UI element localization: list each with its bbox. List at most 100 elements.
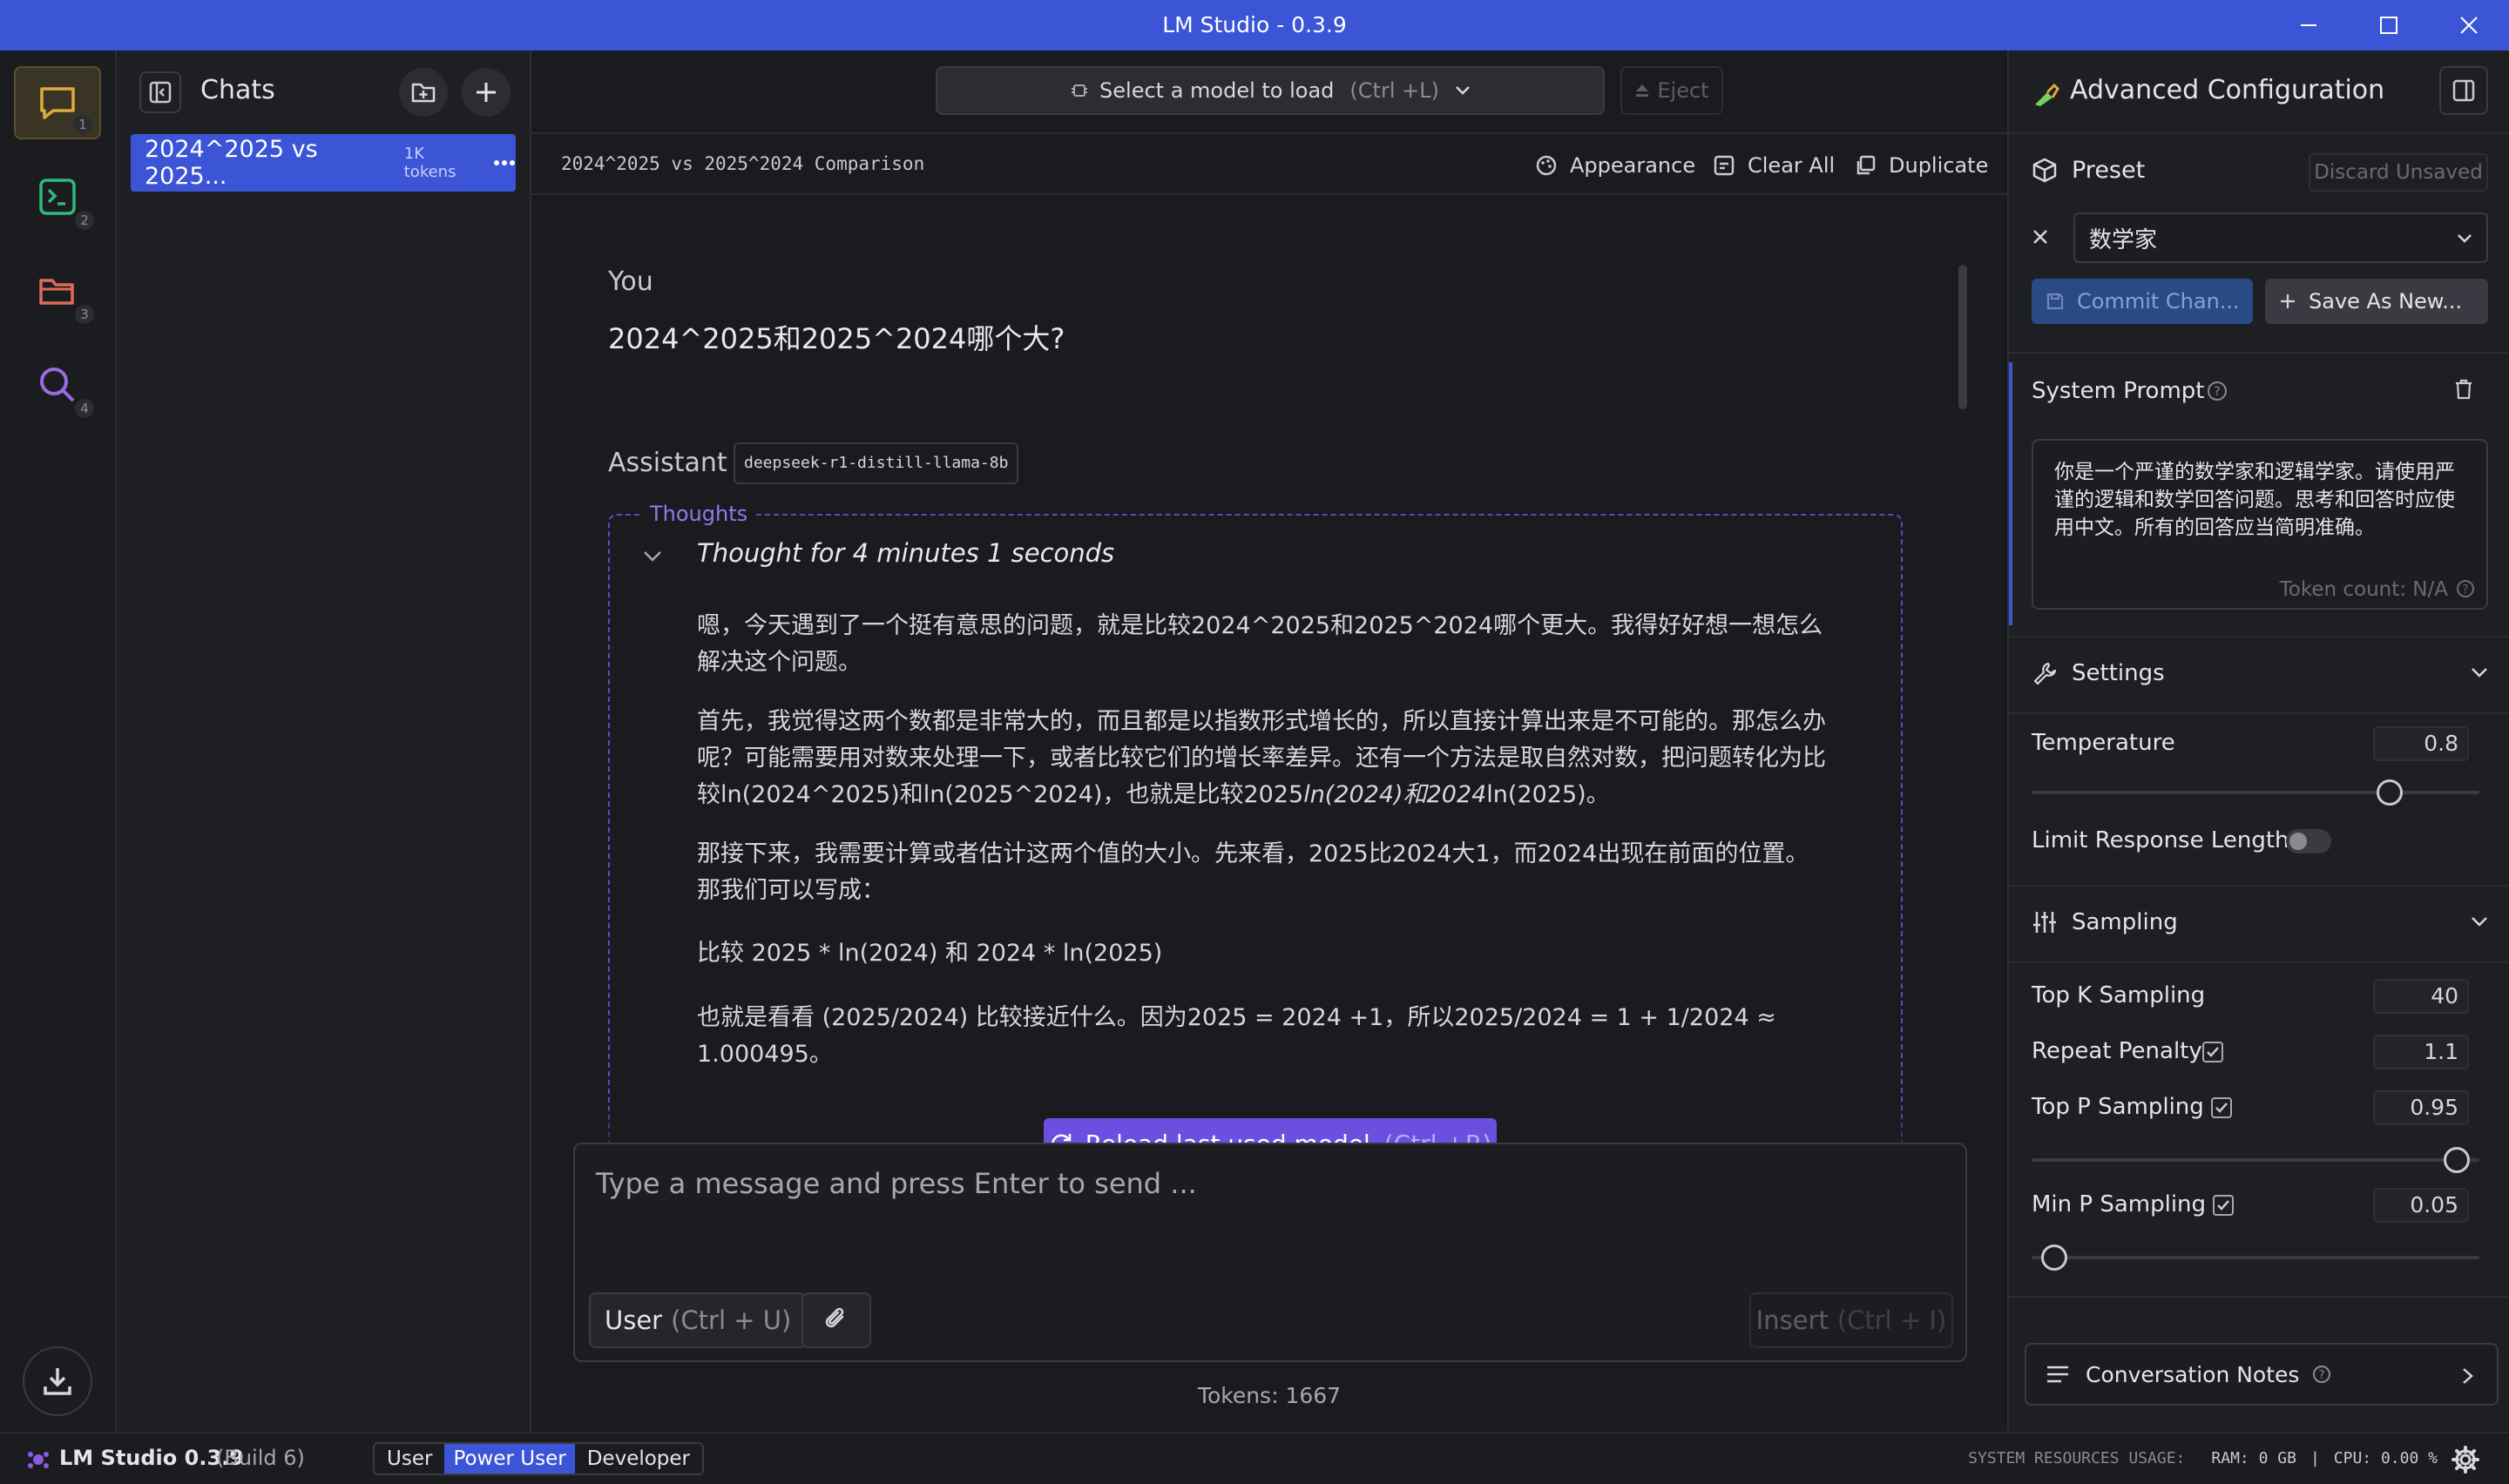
limit-response-toggle[interactable] xyxy=(2286,829,2331,853)
mode-power-user[interactable]: Power User xyxy=(444,1444,575,1474)
maximize-button[interactable] xyxy=(2349,0,2429,51)
top-p-checkbox[interactable] xyxy=(2211,1097,2232,1118)
rail-folder-button[interactable]: 3 xyxy=(14,254,101,327)
repeat-penalty-label: Repeat Penalty xyxy=(2032,1038,2202,1064)
commit-label: Commit Chan... xyxy=(2077,289,2240,314)
conversation-notes-label: Conversation Notes xyxy=(2086,1361,2300,1387)
save-as-new-label: Save As New... xyxy=(2309,289,2463,314)
chat-title: 2024^2025 vs 2025^2024 Comparison xyxy=(561,153,925,174)
top-k-label: Top K Sampling xyxy=(2032,982,2206,1008)
clear-all-button[interactable]: Clear All xyxy=(1713,148,1835,183)
insert-button[interactable]: Insert (Ctrl + I) xyxy=(1749,1292,1953,1348)
conversation-notes-button[interactable]: Conversation Notes ? xyxy=(2025,1343,2499,1406)
close-button[interactable] xyxy=(2429,0,2509,51)
new-folder-button[interactable] xyxy=(399,68,448,117)
svg-text:?: ? xyxy=(2463,583,2469,597)
download-icon xyxy=(44,1368,71,1395)
temperature-slider-thumb[interactable] xyxy=(2377,779,2404,806)
min-p-slider-thumb[interactable] xyxy=(2040,1245,2067,1271)
thought-paragraph: 比较 2025 * ln(2024) 和 2024 * ln(2025) xyxy=(697,940,1163,967)
chat-item-tokens: 1K tokens xyxy=(403,145,456,181)
divider xyxy=(2009,961,2509,963)
toggle-sidebar-button[interactable] xyxy=(139,71,181,113)
top-p-input[interactable]: 0.95 xyxy=(2373,1090,2469,1125)
system-prompt-field[interactable]: 你是一个严谨的数学家和逻辑学家。请使用严谨的逻辑和数学回答问题。思考和回答时应使… xyxy=(2032,439,2488,610)
new-chat-button[interactable] xyxy=(462,68,511,117)
svg-text:?: ? xyxy=(2319,1369,2325,1382)
insert-shortcut: (Ctrl + I) xyxy=(1836,1305,1947,1335)
role-button[interactable]: User (Ctrl + U) xyxy=(589,1292,808,1348)
settings-section-header[interactable]: Settings xyxy=(2032,646,2488,700)
top-p-label: Top P Sampling xyxy=(2032,1094,2204,1120)
check-icon xyxy=(2207,1047,2219,1057)
top-p-slider-thumb[interactable] xyxy=(2444,1147,2471,1173)
plus-icon xyxy=(2281,294,2295,308)
settings-button[interactable] xyxy=(2452,1446,2479,1474)
mode-user[interactable]: User xyxy=(375,1444,444,1474)
new-folder-icon xyxy=(411,83,436,103)
temperature-slider-track[interactable] xyxy=(2032,791,2479,794)
scrollbar[interactable] xyxy=(1958,265,1967,409)
cube-icon xyxy=(2032,158,2057,183)
system-prompt-token-count: Token count: N/A xyxy=(2279,578,2448,601)
rail-search-button[interactable]: 4 xyxy=(14,348,101,422)
thought-text: 首先，我觉得这两个数都是非常大的，而且都是以指数形式增长的，所以直接计算出来是不… xyxy=(697,708,1826,808)
model-select-shortcut: (Ctrl +L) xyxy=(1349,78,1439,103)
preset-value: 数学家 xyxy=(2089,226,2158,253)
clear-all-label: Clear All xyxy=(1748,153,1836,178)
duplicate-label: Duplicate xyxy=(1889,153,1989,178)
save-as-new-button[interactable]: Save As New... xyxy=(2265,279,2488,324)
clear-preset-button[interactable] xyxy=(2032,228,2049,246)
main-area: Select a model to load (Ctrl +L) Eject 2… xyxy=(531,51,2007,1432)
mode-developer[interactable]: Developer xyxy=(575,1444,702,1474)
separator: | xyxy=(2309,1449,2320,1467)
insert-label: Insert xyxy=(1755,1305,1829,1335)
repeat-penalty-input[interactable]: 1.1 xyxy=(2373,1035,2469,1069)
delete-system-prompt-button[interactable] xyxy=(2453,378,2474,401)
preset-select[interactable]: 数学家 xyxy=(2073,212,2488,263)
thought-duration: Thought for 4 minutes 1 seconds xyxy=(697,538,1115,568)
repeat-penalty-checkbox[interactable] xyxy=(2202,1042,2223,1062)
divider xyxy=(531,132,2007,134)
conversation-pane: You 2024^2025和2025^2024哪个大? Assistant de… xyxy=(531,195,2007,1197)
model-select[interactable]: Select a model to load (Ctrl +L) xyxy=(936,66,1605,115)
min-p-input[interactable]: 0.05 xyxy=(2373,1188,2469,1223)
temperature-input[interactable]: 0.8 xyxy=(2373,726,2469,761)
sampling-section-header[interactable]: Sampling xyxy=(2032,895,2488,949)
eject-button[interactable]: Eject xyxy=(1620,66,1723,115)
rail-number: 2 xyxy=(75,211,94,230)
attach-button[interactable] xyxy=(801,1292,871,1348)
divider xyxy=(2009,885,2509,887)
rail-number: 3 xyxy=(75,305,94,324)
rail-chat-button[interactable]: 1 xyxy=(14,66,101,139)
message-input[interactable]: Type a message and press Enter to send .… xyxy=(596,1167,1197,1200)
assistant-label: Assistant xyxy=(608,448,727,478)
paperclip-icon xyxy=(825,1307,844,1328)
system-prompt-text: 你是一个严谨的数学家和逻辑学家。请使用严谨的逻辑和数学回答问题。思考和回答时应使… xyxy=(2054,461,2455,539)
minimize-button[interactable] xyxy=(2269,0,2349,51)
top-p-slider-track[interactable] xyxy=(2032,1158,2479,1162)
discard-unsaved-button[interactable]: Discard Unsaved xyxy=(2309,153,2488,192)
chat-list-item[interactable]: 2024^2025 vs 2025... 1K tokens xyxy=(131,134,516,192)
chat-item-more-button[interactable] xyxy=(493,159,516,166)
min-p-slider-track[interactable] xyxy=(2032,1256,2479,1259)
divider xyxy=(2009,712,2509,714)
toggle-config-panel-button[interactable] xyxy=(2439,66,2488,115)
nav-rail: 1 2 3 4 xyxy=(0,51,117,1432)
ram-usage: RAM: 0 GB xyxy=(2211,1449,2296,1467)
svg-text:?: ? xyxy=(2214,385,2220,399)
help-icon: ? xyxy=(2457,580,2474,597)
chevron-down-icon xyxy=(2472,668,2487,678)
min-p-checkbox[interactable] xyxy=(2213,1195,2234,1216)
duplicate-button[interactable]: Duplicate xyxy=(1854,148,1988,183)
collapse-thoughts-button[interactable] xyxy=(643,550,662,563)
download-button[interactable] xyxy=(23,1346,92,1416)
model-select-label: Select a model to load xyxy=(1099,78,1335,103)
appearance-button[interactable]: Appearance xyxy=(1535,148,1695,183)
toggle-knob xyxy=(2289,833,2307,850)
top-k-input[interactable]: 40 xyxy=(2373,979,2469,1014)
commit-changes-button[interactable]: Commit Chan... xyxy=(2032,279,2253,324)
thought-text: ln(2025)。 xyxy=(1486,781,1610,808)
chat-bubble-icon xyxy=(40,87,75,119)
rail-terminal-button[interactable]: 2 xyxy=(14,160,101,233)
